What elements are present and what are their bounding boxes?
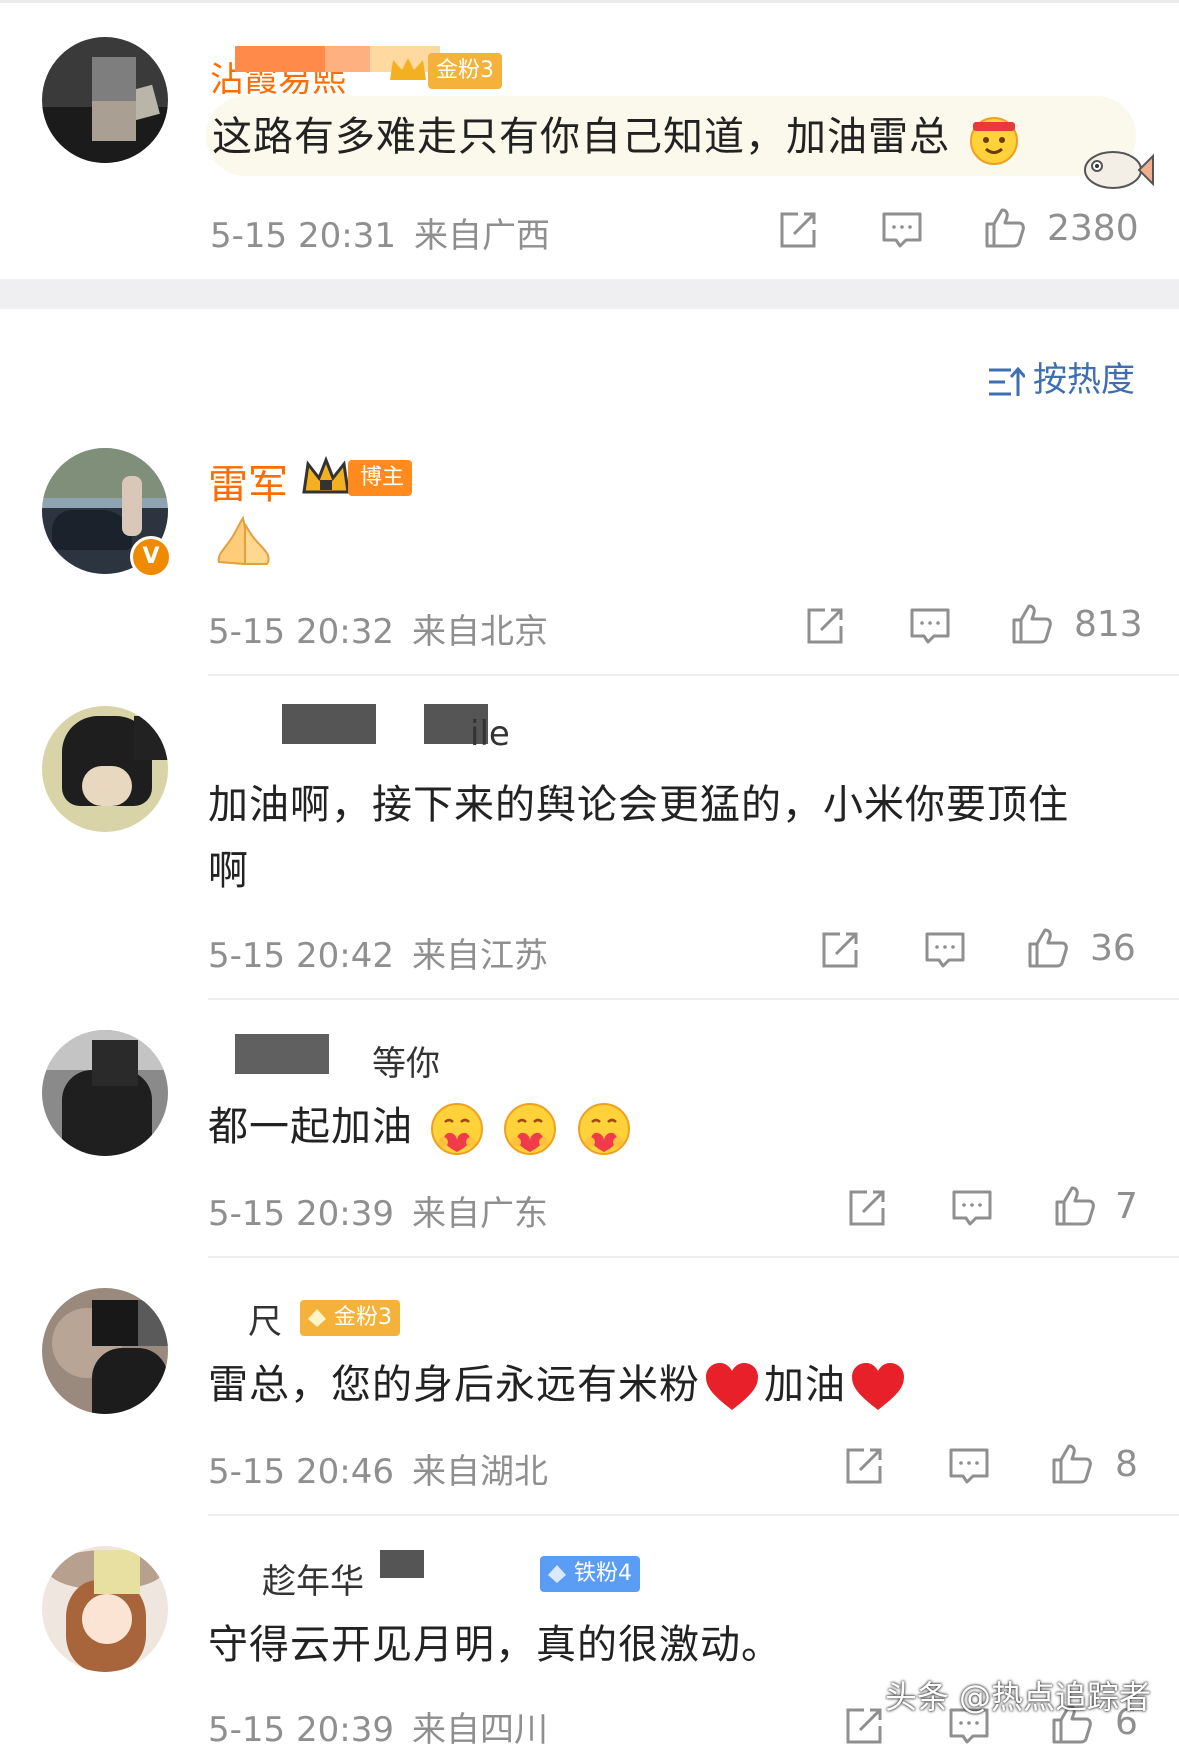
comment-date: 5-15 20:32	[208, 612, 394, 652]
redaction-block	[325, 46, 370, 72]
comment-date: 5-15 20:39	[208, 1710, 394, 1750]
comment-date: 5-15 20:39	[208, 1194, 394, 1234]
comment-location: 来自广西	[413, 216, 550, 256]
comment-date: 5-15 20:46	[208, 1452, 394, 1492]
comment-date: 5-15 20:31	[210, 216, 396, 256]
comment-meta: 5-15 20:39 来自广东	[208, 1186, 566, 1235]
redaction-block	[282, 704, 376, 744]
hug-emoji-icon	[577, 1102, 631, 1156]
hug-emoji-icon	[430, 1102, 484, 1156]
redaction-block	[235, 46, 325, 72]
like-count: 8	[1115, 1444, 1138, 1485]
divider	[208, 674, 1179, 676]
like-count: 2380	[1047, 208, 1139, 249]
hug-emoji-icon	[503, 1102, 557, 1156]
username[interactable]: ile	[470, 714, 510, 754]
comment-icon[interactable]	[947, 1444, 991, 1488]
avatar[interactable]	[42, 37, 168, 163]
avatar[interactable]	[42, 1288, 168, 1414]
fan-badge-icon	[308, 1309, 326, 1327]
avatar[interactable]	[42, 1546, 168, 1672]
like-icon[interactable]	[1053, 1184, 1097, 1228]
repost-icon[interactable]	[842, 1444, 886, 1488]
username[interactable]: 趁年华	[262, 1554, 364, 1603]
sort-icon	[989, 366, 1027, 396]
comment-meta: 5-15 20:39 来自四川	[208, 1702, 566, 1751]
repost-icon[interactable]	[842, 1704, 886, 1748]
like-count: 36	[1090, 928, 1136, 969]
username[interactable]: 雷军	[208, 452, 288, 510]
comment-icon[interactable]	[950, 1186, 994, 1230]
divider	[208, 998, 1179, 1000]
like-icon[interactable]	[1050, 1442, 1094, 1486]
avatar[interactable]	[42, 706, 168, 832]
comment-location: 来自北京	[411, 612, 548, 652]
comment-date: 5-15 20:42	[208, 936, 394, 976]
like-count: 7	[1115, 1186, 1138, 1227]
repost-icon[interactable]	[776, 208, 820, 252]
cheer-emoji-icon	[969, 117, 1018, 165]
top-rule	[0, 0, 1179, 3]
blogger-badge: 博主	[348, 460, 413, 496]
redaction-block	[380, 1550, 424, 1578]
comment-location: 来自江苏	[411, 936, 548, 976]
comment-location: 来自湖北	[411, 1452, 548, 1492]
comment-icon[interactable]	[923, 928, 967, 972]
comment-text: 都一起加油	[208, 1094, 1089, 1160]
pray-hands-icon	[217, 515, 270, 566]
avatar[interactable]	[42, 1030, 168, 1156]
fan-badge: 铁粉4	[540, 1556, 640, 1592]
comment-text: 守得云开见月明，真的很激动。	[208, 1622, 782, 1668]
comment-meta: 5-15 20:32 来自北京	[208, 604, 566, 653]
like-icon[interactable]	[983, 206, 1027, 250]
divider	[208, 1256, 1179, 1258]
comment-text: 雷总，您的身后永远有米粉 加油	[208, 1352, 1089, 1418]
comment-meta: 5-15 20:42 来自江苏	[208, 928, 566, 977]
verified-v-icon: V	[130, 536, 172, 578]
username[interactable]: 等你	[372, 1036, 440, 1085]
comment-location: 来自广东	[411, 1194, 548, 1234]
fan-badge: 金粉3	[300, 1300, 400, 1336]
comment-text: 这路有多难走只有你自己知道，加油雷总	[212, 104, 1089, 170]
like-count: 813	[1074, 604, 1143, 645]
section-separator	[0, 279, 1179, 309]
sort-by-hot-button[interactable]: 按热度	[987, 352, 1135, 401]
sort-label: 按热度	[1033, 360, 1135, 400]
repost-icon[interactable]	[845, 1186, 889, 1230]
repost-icon[interactable]	[803, 604, 847, 648]
fan-badge-icon	[548, 1565, 566, 1583]
comment-meta: 5-15 20:46 来自湖北	[208, 1444, 566, 1493]
comment-icon[interactable]	[908, 604, 952, 648]
watermark: 头条 @热点追踪者	[884, 1678, 1151, 1716]
heart-icon	[706, 1363, 758, 1410]
repost-icon[interactable]	[818, 928, 862, 972]
divider	[208, 1514, 1179, 1516]
crown-icon	[390, 58, 426, 80]
comment-location: 来自四川	[411, 1710, 548, 1750]
comment-meta: 5-15 20:31 来自广西	[210, 208, 568, 257]
crown-icon	[302, 456, 350, 494]
comment-text: 加油啊，接下来的舆论会更猛的，小米你要顶住啊	[208, 782, 1069, 894]
comment-icon[interactable]	[880, 208, 924, 252]
fan-badge: 金粉3	[428, 53, 502, 89]
heart-icon	[852, 1363, 904, 1410]
like-icon[interactable]	[1010, 602, 1054, 646]
redaction-block	[235, 1034, 329, 1074]
username[interactable]: 尺	[248, 1294, 282, 1343]
fish-sticker-icon	[1084, 151, 1154, 189]
like-icon[interactable]	[1026, 926, 1070, 970]
